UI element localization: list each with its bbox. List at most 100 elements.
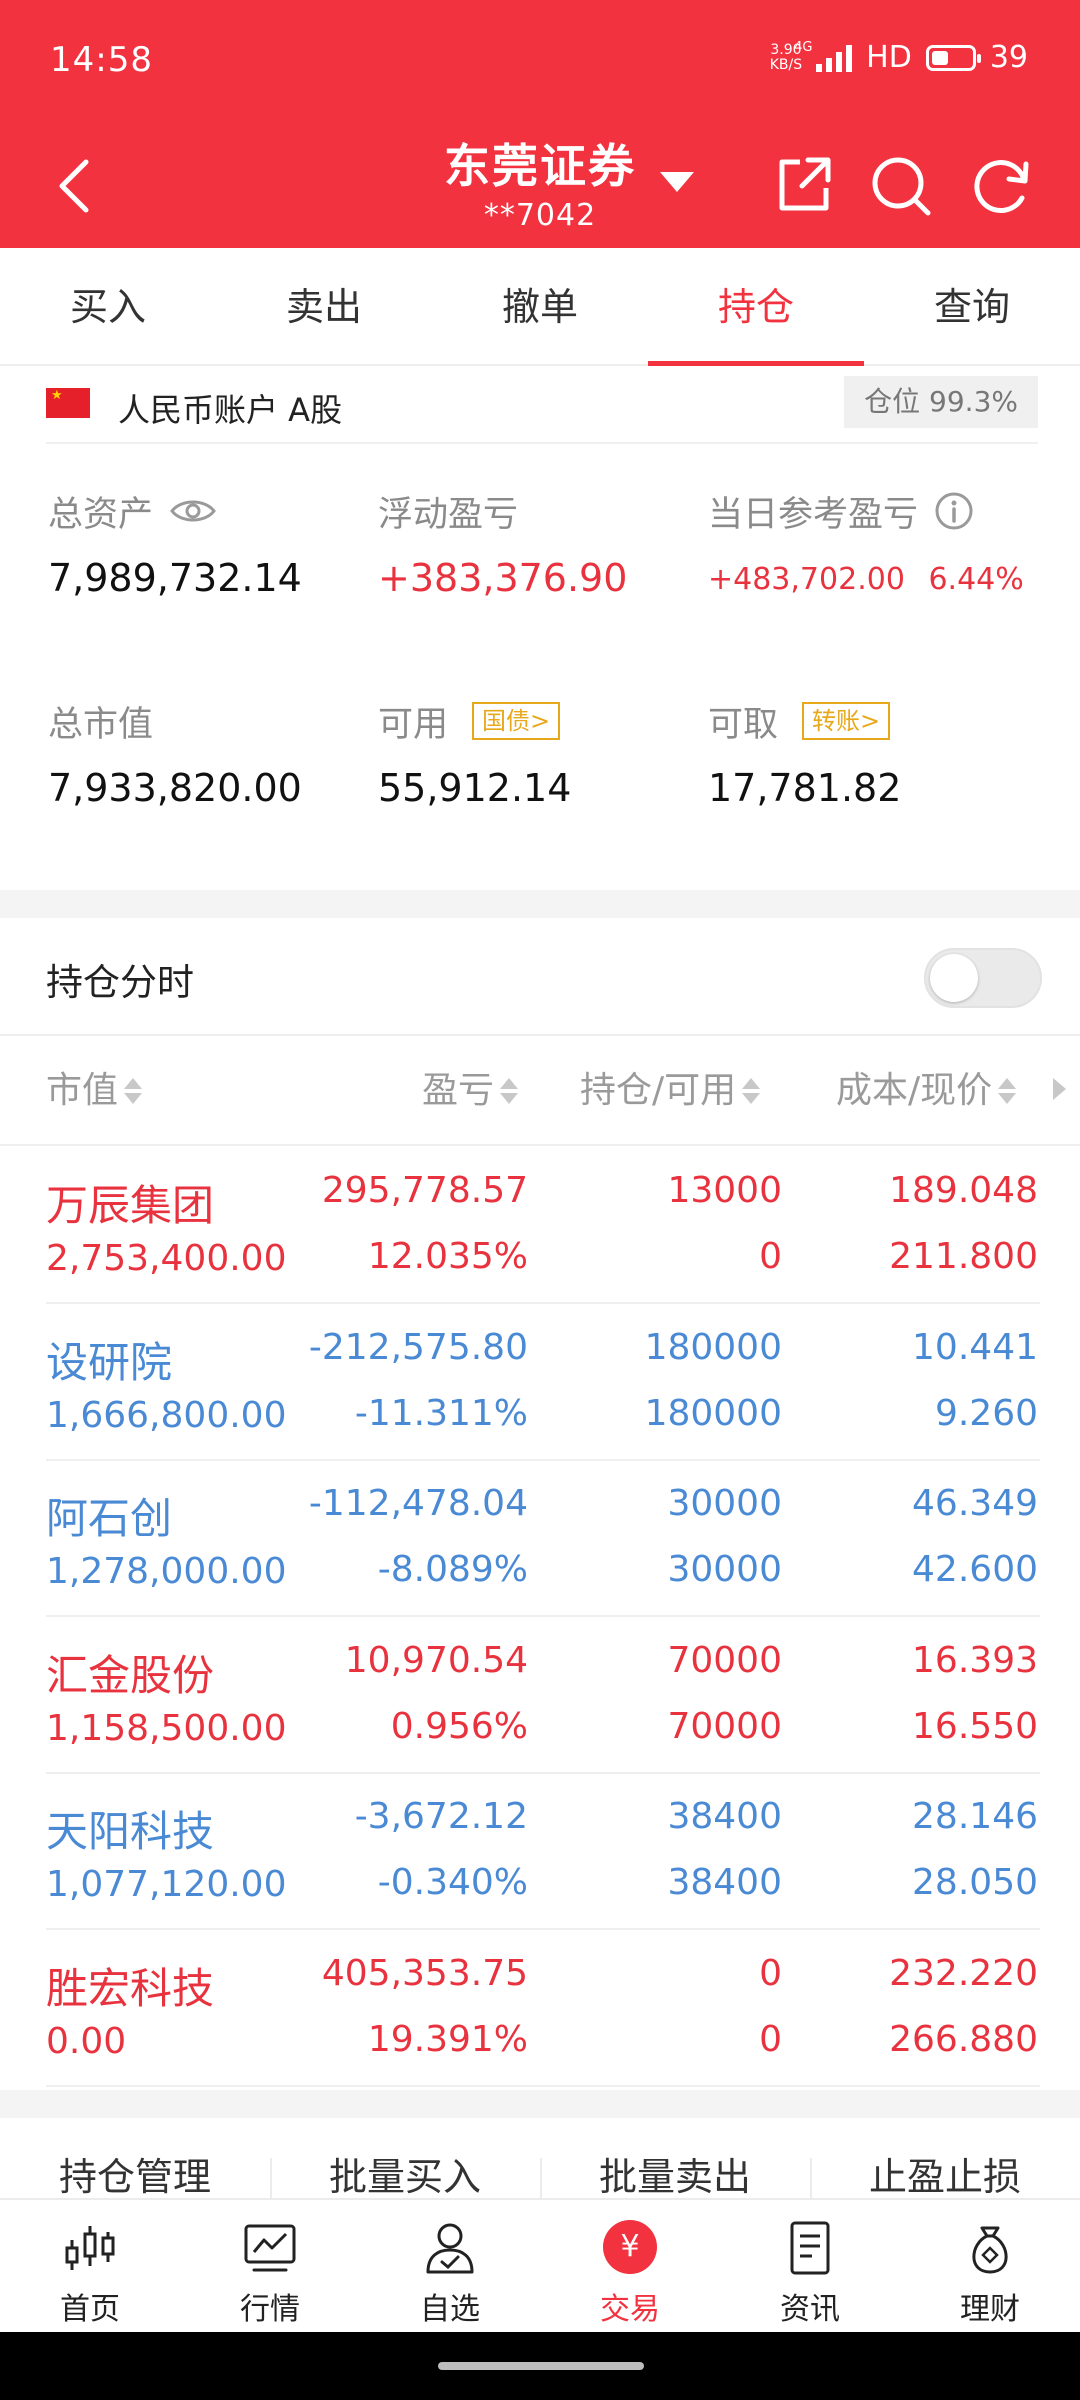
tab-positions[interactable]: 持仓 [648, 248, 864, 366]
stock-available: 30000 [667, 1549, 782, 1590]
nav-watchlist[interactable]: 自选 [360, 2200, 540, 2332]
sort-quantity[interactable]: 持仓/可用 [580, 1036, 761, 1146]
sort-market-value[interactable]: 市值 [46, 1036, 143, 1146]
holding-row[interactable]: 阿石创 1,278,000.00 -112,478.04 -8.089% 300… [0, 1461, 1080, 1617]
available-funds-value: 55,912.14 [378, 766, 572, 810]
holding-row[interactable]: 设研院 1,666,800.00 -212,575.80 -11.311% 18… [0, 1305, 1080, 1461]
treasury-bond-tag[interactable]: 国债> [472, 702, 561, 740]
refresh-icon[interactable] [966, 150, 1036, 220]
stock-price: 16.550 [912, 1705, 1038, 1747]
section-separator [0, 2090, 1080, 2118]
user-icon [426, 2223, 474, 2274]
nav-market[interactable]: 行情 [180, 2200, 360, 2332]
stock-cost: 232.220 [889, 1952, 1038, 1994]
floating-pl-value: +383,376.90 [378, 556, 628, 600]
stock-cost: 28.146 [912, 1796, 1038, 1837]
nav-trade[interactable]: ¥ 交易 [540, 2200, 720, 2332]
stock-pl: 10,970.54 [344, 1639, 528, 1681]
battery-level: 39 [989, 40, 1028, 75]
transfer-tag[interactable]: 转账> [802, 702, 891, 740]
stock-cost: 16.393 [912, 1639, 1038, 1681]
stock-name: 天阳科技 [46, 1807, 215, 1856]
stock-pl-percent: -8.089% [377, 1549, 528, 1590]
stock-price: 42.600 [912, 1549, 1038, 1590]
stock-name: 万辰集团 [46, 1181, 215, 1230]
nav-home[interactable]: 首页 [0, 2200, 180, 2332]
floating-pl: 浮动盈亏 +383,376.90 [378, 494, 628, 601]
tab-query[interactable]: 查询 [864, 248, 1080, 364]
available-funds: 可用 国债> 55,912.14 [378, 696, 571, 810]
position-ratio-badge: 仓位 99.3% [844, 376, 1038, 428]
status-bar: 14:58 3.90 KB/S 4G HD 39 [0, 0, 1080, 126]
daily-pl-percent: 6.44% [928, 562, 1024, 597]
sort-price[interactable]: 成本/现价 [836, 1036, 1017, 1146]
stock-pl-percent: 12.035% [367, 1236, 528, 1277]
stock-price: 266.880 [889, 2018, 1038, 2060]
stock-quantity: 38400 [667, 1796, 782, 1837]
tab-sell[interactable]: 卖出 [216, 248, 432, 364]
stock-name: 设研院 [46, 1337, 173, 1387]
holdings-timeline-toggle[interactable] [924, 948, 1042, 1008]
nav-bar: 东莞证券 **7042 [0, 126, 1080, 248]
daily-pl: 当日参考盈亏 +483,702.00 6.44% [708, 486, 1024, 597]
dropdown-caret-icon [660, 172, 694, 192]
stock-name: 胜宏科技 [46, 1963, 215, 2013]
stock-name: 阿石创 [46, 1494, 173, 1543]
total-assets-value: 7,989,732.14 [48, 556, 302, 600]
stock-available: 180000 [644, 1392, 782, 1434]
stock-pl-percent: -0.340% [377, 1862, 528, 1903]
tab-cancel-order[interactable]: 撤单 [432, 248, 648, 364]
home-gesture-bar[interactable] [438, 2362, 644, 2370]
search-icon[interactable] [866, 150, 936, 220]
stock-quantity: 13000 [667, 1170, 782, 1211]
stock-name: 汇金股份 [46, 1650, 215, 1700]
holding-row[interactable]: 万辰集团 2,753,400.00 295,778.57 12.035% 130… [0, 1148, 1080, 1304]
withdrawable-funds-value: 17,781.82 [708, 766, 902, 810]
signal-icon: 4G [794, 40, 853, 72]
stock-quantity: 30000 [667, 1483, 782, 1524]
holding-row[interactable]: 汇金股份 1,158,500.00 10,970.54 0.956% 70000… [0, 1618, 1080, 1774]
nav-wealth[interactable]: 理财 [900, 2200, 1080, 2332]
status-icons: 3.90 KB/S 4G HD 39 [770, 40, 1028, 76]
scroll-right-icon[interactable] [1053, 1078, 1066, 1100]
header-bar: 14:58 3.90 KB/S 4G HD 39 东莞证券 **7042 [0, 0, 1080, 248]
trade-tabs: 买入 卖出 撤单 持仓 查询 [0, 248, 1080, 366]
china-flag-icon [46, 388, 90, 418]
document-icon [790, 2221, 830, 2275]
stock-market-value: 2,753,400.00 [46, 1238, 287, 1279]
account-type: 人民币账户 A股 [118, 391, 343, 429]
system-nav-bar [0, 2332, 1080, 2400]
stock-available: 70000 [667, 1705, 782, 1747]
stock-available: 38400 [667, 1862, 782, 1903]
sort-pl[interactable]: 盈亏 [422, 1036, 519, 1146]
money-bag-icon [972, 2226, 1008, 2274]
nav-news[interactable]: 资讯 [720, 2200, 900, 2332]
stock-pl: 405,353.75 [321, 1952, 528, 1994]
holding-row[interactable]: 天阳科技 1,077,120.00 -3,672.12 -0.340% 3840… [0, 1774, 1080, 1930]
share-icon[interactable] [768, 150, 838, 220]
sort-icon [998, 1078, 1017, 1104]
manage-holdings-button[interactable]: 持仓管理 [0, 2118, 270, 2198]
stock-pl-percent: 0.956% [390, 1705, 528, 1747]
stock-market-value: 1,666,800.00 [46, 1394, 287, 1436]
battery-icon [925, 44, 981, 71]
stock-pl: -212,575.80 [308, 1326, 528, 1368]
sort-icon [500, 1078, 519, 1104]
tab-buy[interactable]: 买入 [0, 248, 216, 364]
batch-sell-button[interactable]: 批量卖出 [540, 2118, 810, 2198]
eye-icon[interactable] [169, 496, 217, 526]
section-separator [0, 890, 1080, 918]
take-profit-stop-loss-button[interactable]: 止盈止损 [810, 2118, 1080, 2198]
batch-buy-button[interactable]: 批量买入 [270, 2118, 540, 2198]
sort-icon [742, 1078, 761, 1104]
stock-available: 0 [759, 1236, 782, 1277]
stock-quantity: 180000 [644, 1326, 782, 1368]
market-value: 总市值 7,933,820.00 [48, 704, 302, 811]
holding-row[interactable]: 胜宏科技 0.00 405,353.75 19.391% 0 0 232.220… [0, 1931, 1080, 2087]
stock-quantity: 0 [759, 1952, 782, 1994]
stock-cost: 189.048 [889, 1170, 1038, 1211]
sort-icon [124, 1078, 143, 1104]
daily-pl-value: +483,702.00 [708, 562, 905, 597]
stock-pl-percent: -11.311% [354, 1392, 528, 1434]
info-icon[interactable] [934, 491, 974, 531]
